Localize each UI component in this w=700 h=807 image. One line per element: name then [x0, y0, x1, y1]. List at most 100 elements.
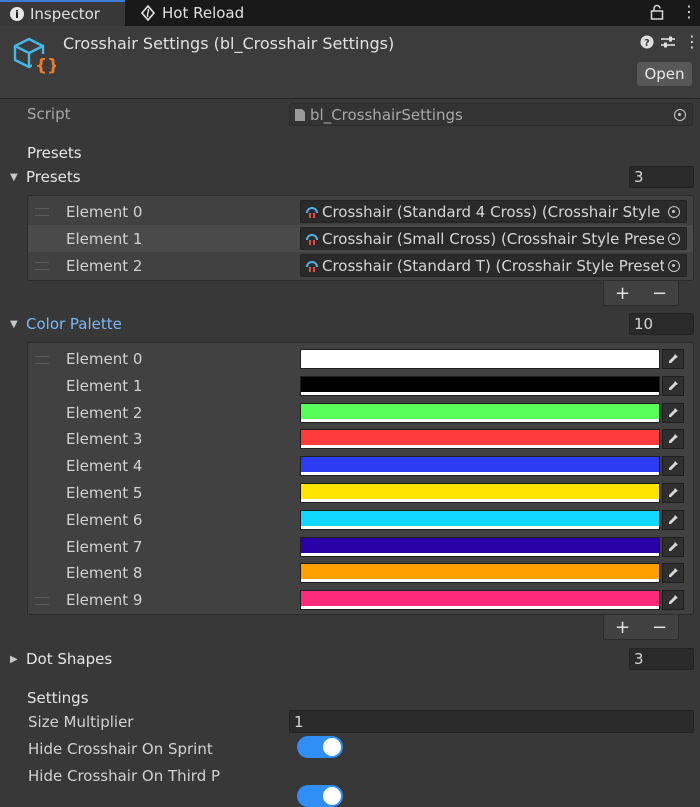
- eyedropper-icon[interactable]: [662, 349, 684, 369]
- tab-hot-reload[interactable]: Hot Reload: [130, 0, 260, 26]
- drag-handle-icon[interactable]: [35, 262, 49, 270]
- presets-sliders-icon[interactable]: [660, 35, 676, 53]
- list-item-label: Element 0: [66, 350, 143, 368]
- eyedropper-icon[interactable]: [662, 402, 684, 423]
- svg-text:?: ?: [644, 38, 650, 49]
- eyedropper-icon[interactable]: [662, 509, 684, 530]
- list-item-label: Element 1: [66, 230, 143, 248]
- color-swatch[interactable]: [300, 429, 660, 450]
- toggle-knob: [323, 787, 341, 805]
- presets-list: Element 0 Crosshair (Standard 4 Cross) (…: [27, 195, 694, 281]
- eyedropper-icon[interactable]: [662, 590, 684, 611]
- alpha-bar: [301, 606, 659, 610]
- alpha-bar: [301, 525, 659, 529]
- script-field[interactable]: bl_CrosshairSettings: [289, 103, 693, 126]
- object-picker-icon[interactable]: [668, 232, 680, 245]
- alpha-bar: [301, 418, 659, 422]
- eyedropper-icon[interactable]: [662, 536, 684, 557]
- list-item-label: Element 8: [66, 564, 143, 583]
- toggle-knob: [323, 738, 341, 756]
- color-palette-count-field[interactable]: 10: [629, 313, 694, 335]
- preset-object-field[interactable]: Crosshair (Small Cross) (Crosshair Style…: [300, 227, 687, 250]
- color-swatch[interactable]: [300, 483, 660, 503]
- list-item[interactable]: Element 4: [28, 453, 693, 480]
- list-item-label: Element 7: [66, 537, 143, 556]
- list-item[interactable]: Element 1 Crosshair (Small Cross) (Cross…: [28, 225, 693, 252]
- script-file-icon: [295, 108, 305, 121]
- eyedropper-icon[interactable]: [662, 563, 684, 584]
- alpha-bar: [301, 391, 659, 395]
- presets-count-field[interactable]: 3: [629, 166, 694, 188]
- size-multiplier-label: Size Multiplier: [28, 713, 134, 731]
- eyedropper-icon[interactable]: [662, 375, 684, 396]
- color-swatch[interactable]: [300, 590, 660, 611]
- color-palette-foldout-label: Color Palette: [26, 315, 122, 333]
- alpha-bar: [301, 499, 659, 502]
- add-icon[interactable]: +: [615, 283, 630, 304]
- preset-value: Crosshair (Standard T) (Crosshair Style …: [322, 256, 664, 275]
- tab-hot-reload-label: Hot Reload: [162, 4, 245, 22]
- drag-handle-icon[interactable]: [35, 356, 49, 364]
- list-item-label: Element 2: [66, 403, 143, 422]
- object-picker-icon[interactable]: [668, 259, 680, 272]
- hide-on-sprint-toggle[interactable]: [297, 736, 343, 758]
- remove-icon[interactable]: −: [652, 283, 667, 304]
- color-palette-list: Element 0 Element 1 Element 2 Element 3 Elem…: [27, 342, 694, 615]
- color-swatch[interactable]: [300, 375, 660, 396]
- list-item[interactable]: Element 3: [28, 426, 693, 453]
- hide-on-sprint-label: Hide Crosshair On Sprint: [28, 740, 213, 758]
- preset-object-field[interactable]: Crosshair (Standard 4 Cross) (Crosshair …: [300, 200, 687, 223]
- eyedropper-icon[interactable]: [662, 483, 684, 503]
- list-item-label: Element 2: [66, 257, 143, 275]
- presets-add-remove: + −: [603, 281, 679, 306]
- drag-handle-icon[interactable]: [35, 597, 49, 606]
- preset-object-field[interactable]: Crosshair (Standard T) (Crosshair Style …: [300, 254, 687, 277]
- object-picker-icon[interactable]: [674, 108, 686, 121]
- preset-asset-icon: [306, 206, 318, 218]
- object-picker-icon[interactable]: [668, 205, 680, 218]
- color-swatch[interactable]: [300, 349, 660, 369]
- color-palette-foldout[interactable]: ▼ Color Palette: [10, 315, 122, 333]
- svg-text:{}: {}: [35, 56, 56, 76]
- list-item[interactable]: Element 2 Crosshair (Standard T) (Crossh…: [28, 252, 693, 279]
- color-swatch[interactable]: [300, 509, 660, 530]
- lock-icon[interactable]: [650, 4, 664, 24]
- dot-shapes-foldout-label: Dot Shapes: [26, 650, 113, 668]
- size-multiplier-field[interactable]: 1: [289, 710, 694, 733]
- tab-inspector[interactable]: i Inspector: [0, 0, 125, 26]
- presets-foldout[interactable]: ▼ Presets: [10, 168, 81, 186]
- dot-shapes-count-field[interactable]: 3: [629, 648, 694, 670]
- eyedropper-icon[interactable]: [662, 429, 684, 450]
- presets-foldout-label: Presets: [26, 168, 81, 186]
- list-item[interactable]: Element 1: [28, 373, 693, 400]
- dot-shapes-foldout[interactable]: ▶ Dot Shapes: [10, 650, 112, 668]
- object-title: Crosshair Settings (bl_Crosshair Setting…: [63, 34, 395, 53]
- list-item-label: Element 1: [66, 376, 143, 395]
- color-swatch[interactable]: [300, 563, 660, 584]
- list-item[interactable]: Element 2: [28, 400, 693, 427]
- color-swatch[interactable]: [300, 402, 660, 423]
- list-item[interactable]: Element 9: [28, 587, 693, 614]
- add-icon[interactable]: +: [615, 617, 630, 638]
- help-icon[interactable]: ?: [640, 35, 654, 53]
- list-item[interactable]: Element 0: [28, 346, 693, 373]
- list-item[interactable]: Element 8: [28, 560, 693, 587]
- presets-section-header: Presets: [27, 144, 82, 162]
- eyedropper-icon[interactable]: [662, 456, 684, 477]
- open-button[interactable]: Open: [637, 62, 692, 86]
- remove-icon[interactable]: −: [652, 617, 667, 638]
- alpha-bar: [301, 445, 659, 449]
- foldout-collapsed-icon: ▶: [10, 653, 18, 665]
- drag-handle-icon[interactable]: [35, 208, 49, 216]
- tab-menu-icon[interactable]: ⋮: [681, 2, 697, 21]
- list-item[interactable]: Element 0 Crosshair (Standard 4 Cross) (…: [28, 198, 693, 225]
- color-palette-add-remove: + −: [603, 615, 679, 640]
- hide-on-third-person-toggle[interactable]: [297, 785, 343, 807]
- tab-inspector-label: Inspector: [30, 5, 100, 23]
- list-item[interactable]: Element 6: [28, 507, 693, 534]
- header-menu-icon[interactable]: ⋮: [684, 32, 700, 51]
- color-swatch[interactable]: [300, 536, 660, 557]
- color-swatch[interactable]: [300, 456, 660, 477]
- list-item[interactable]: Element 5: [28, 480, 693, 507]
- list-item[interactable]: Element 7: [28, 534, 693, 561]
